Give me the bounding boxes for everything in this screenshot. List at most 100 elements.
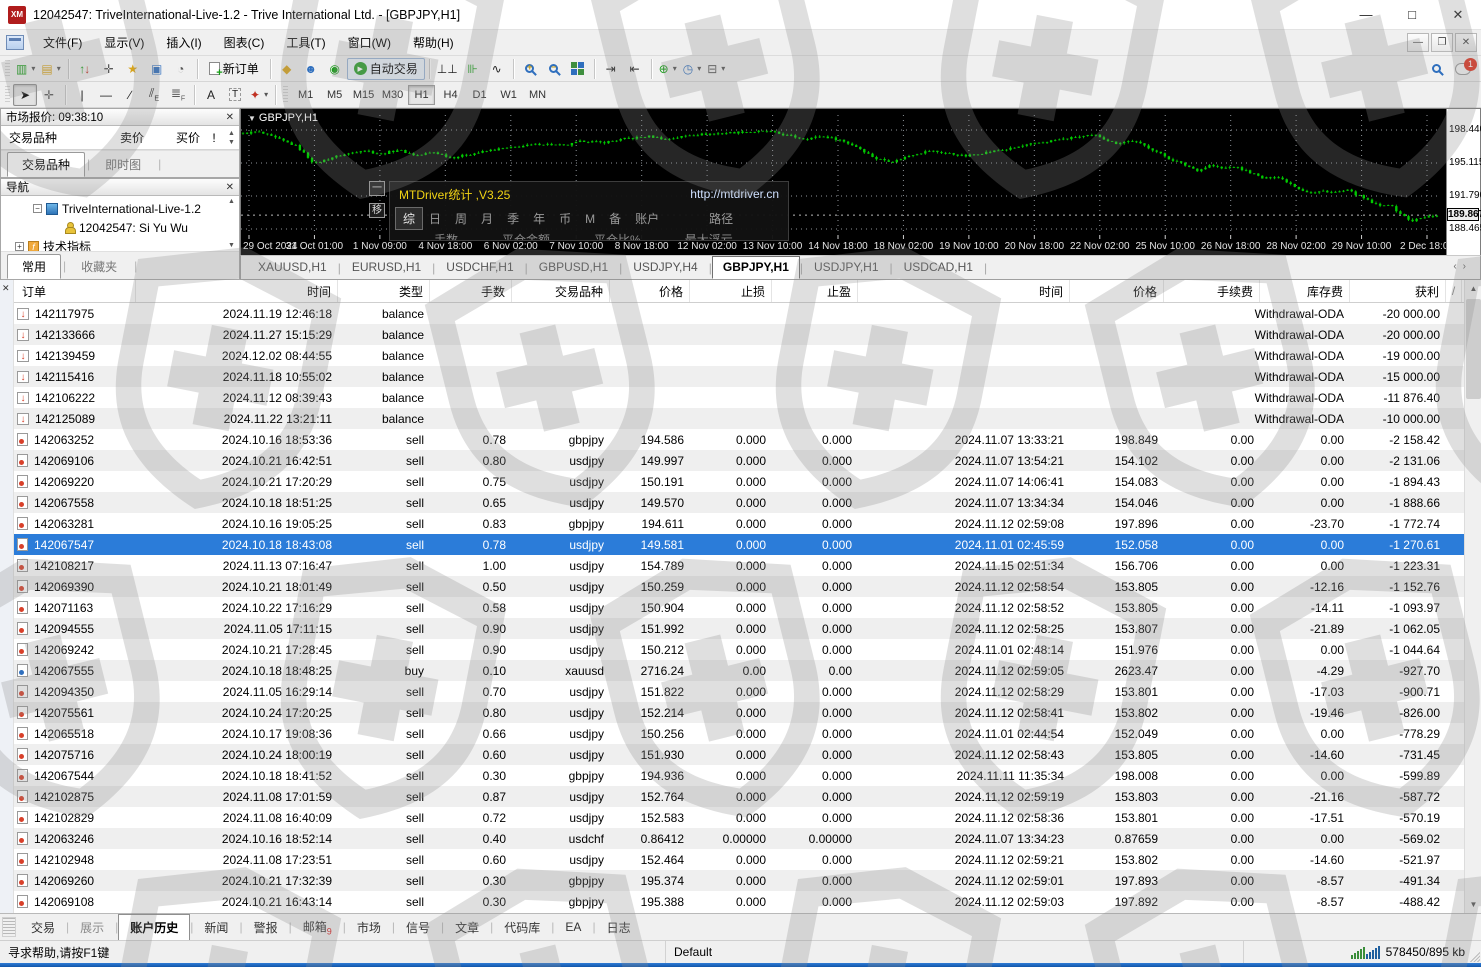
mtdriver-menu-item[interactable]: 年	[526, 208, 552, 229]
terminal-tab-1[interactable]: 交易	[20, 915, 66, 940]
mtdriver-menu-item[interactable]: 账户	[628, 208, 666, 229]
column-header-8[interactable]: 止盈	[772, 280, 858, 302]
market-watch-scrollbar[interactable]: ▲ ▼	[224, 130, 239, 146]
profiles-button[interactable]: ▤ ▾	[38, 58, 63, 80]
timeframe-h4[interactable]: H4	[437, 85, 464, 105]
market-watch-tab[interactable]: 即时图	[90, 152, 156, 177]
table-row[interactable]: 142075716 2024.10.24 18:00:19 sell 0.60 usdj…	[14, 744, 1464, 765]
chevron-down-icon[interactable]: ▼	[248, 114, 256, 123]
tree-expander-icon[interactable]: −	[33, 204, 42, 213]
maximize-button[interactable]: □	[1389, 0, 1435, 30]
column-header-3[interactable]: 类型	[338, 280, 430, 302]
navigator-tree-item[interactable]: − TriveInternational-Live-1.2	[1, 199, 239, 218]
market-watch-column-header[interactable]: 卖价	[92, 129, 148, 146]
navigator-close-icon[interactable]: ✕	[226, 182, 234, 193]
column-header-4[interactable]: 手数	[430, 280, 512, 302]
mtdriver-menu-item[interactable]: 周	[448, 208, 474, 229]
market-watch-tab[interactable]: 交易品种	[7, 152, 86, 177]
text-tool-button[interactable]: A	[199, 84, 223, 106]
price-scale[interactable]: 198.440 195.115 191.790 188.465189.867	[1446, 109, 1481, 255]
scrollbar-thumb[interactable]	[1466, 299, 1481, 399]
mtdriver-url-link[interactable]: http://mtdriver.cn	[690, 187, 779, 201]
table-row[interactable]: 142075561 2024.10.24 17:20:25 sell 0.80 usdj…	[14, 702, 1464, 723]
signals-button[interactable]: ◉	[323, 58, 347, 80]
table-row[interactable]: ↓ 142133666 2024.11.27 15:15:29 balance With…	[14, 324, 1464, 345]
trendline-tool-button[interactable]: ∕	[118, 84, 142, 106]
chart-tab-eurusd[interactable]: EURUSD,H1	[341, 256, 432, 279]
table-row[interactable]: ↓ 142125089 2024.11.22 13:21:11 balance With…	[14, 408, 1464, 429]
timeframe-h1[interactable]: H1	[408, 84, 436, 105]
chart-tab-usdjpy[interactable]: USDJPY,H1	[803, 256, 889, 279]
table-row[interactable]: 142102875 2024.11.08 17:01:59 sell 0.87 usdj…	[14, 786, 1464, 807]
mtdriver-menu-item[interactable]: 月	[474, 208, 500, 229]
chart-tab-usdcad[interactable]: USDCAD,H1	[893, 256, 984, 279]
chart-tab-gbpusd[interactable]: GBPUSD,H1	[528, 256, 619, 279]
bar-chart-mode-button[interactable]: ⊥⊥	[434, 58, 461, 80]
table-row[interactable]: 142063246 2024.10.16 18:52:14 sell 0.40 usdc…	[14, 828, 1464, 849]
navigator-tab[interactable]: 收藏夹	[66, 254, 132, 279]
horizontal-line-tool-button[interactable]: —	[94, 84, 118, 106]
terminal-tab-6[interactable]: 邮箱9	[292, 914, 343, 940]
child-minimize-button[interactable]: —	[1407, 33, 1429, 52]
column-header-6[interactable]: 价格	[610, 280, 690, 302]
scroll-down-icon[interactable]: ▼	[1465, 896, 1481, 913]
table-row[interactable]: 142102948 2024.11.08 17:23:51 sell 0.60 usdj…	[14, 849, 1464, 870]
menu-item-5[interactable]: 工具(T)	[275, 29, 336, 56]
line-chart-mode-button[interactable]: ∿	[485, 58, 509, 80]
table-row[interactable]: 142108217 2024.11.13 07:16:47 sell 1.00 usdj…	[14, 555, 1464, 576]
column-header-2[interactable]: 时间	[136, 280, 338, 302]
child-restore-button[interactable]: ❐	[1431, 33, 1453, 52]
column-header-10[interactable]: 价格	[1070, 280, 1164, 302]
table-row[interactable]: 142094350 2024.11.05 16:29:14 sell 0.70 usdj…	[14, 681, 1464, 702]
terminal-button[interactable]: ▣	[145, 58, 169, 80]
chart-tab-xauusd[interactable]: XAUUSD,H1	[247, 256, 338, 279]
table-row[interactable]: ↓ 142106222 2024.11.12 08:39:43 balance With…	[14, 387, 1464, 408]
crosshair-tool-button[interactable]: ✛	[37, 84, 61, 106]
table-row[interactable]: 142067555 2024.10.18 18:48:25 buy 0.10 xauus…	[14, 660, 1464, 681]
timeframe-m5[interactable]: M5	[321, 85, 348, 105]
status-profile[interactable]: Default	[674, 945, 712, 959]
chart-tab-gbpjpy[interactable]: GBPJPY,H1	[711, 256, 800, 279]
column-header-5[interactable]: 交易品种	[512, 280, 610, 302]
table-row[interactable]: 142102829 2024.11.08 16:40:09 sell 0.72 usdj…	[14, 807, 1464, 828]
column-header-12[interactable]: 库存费	[1260, 280, 1350, 302]
terminal-tab-10[interactable]: 代码库	[493, 915, 551, 940]
terminal-close-icon[interactable]: ✕	[2, 283, 10, 294]
timeframe-d1[interactable]: D1	[466, 85, 493, 105]
indicators-button[interactable]: ⊕ ▾	[656, 58, 680, 80]
timeframe-mn[interactable]: MN	[524, 85, 551, 105]
text-label-tool-button[interactable]: T	[223, 84, 247, 106]
terminal-tab-2[interactable]: 展示	[69, 915, 115, 940]
sort-indicator[interactable]: /	[1446, 280, 1462, 302]
toolbar-grip[interactable]	[5, 85, 10, 104]
market-watch-column-header[interactable]: !	[204, 131, 224, 145]
table-row[interactable]: 142065518 2024.10.17 19:08:36 sell 0.66 usdj…	[14, 723, 1464, 744]
search-icon[interactable]	[1432, 64, 1441, 73]
table-row[interactable]: 142063252 2024.10.16 18:53:36 sell 0.78 gbpj…	[14, 429, 1464, 450]
data-window-button[interactable]: ✛	[97, 58, 121, 80]
auto-scroll-button[interactable]: ⇥	[599, 58, 623, 80]
column-header-13[interactable]: 获利	[1350, 280, 1446, 302]
market-watch-close-icon[interactable]: ✕	[226, 112, 234, 123]
mtdriver-menu-item[interactable]: M	[578, 210, 602, 228]
vertical-line-tool-button[interactable]: |	[70, 84, 94, 106]
templates-button[interactable]: ⊟ ▾	[704, 58, 728, 80]
menu-item-7[interactable]: 帮助(H)	[402, 29, 465, 56]
terminal-tab-9[interactable]: 文章	[444, 915, 490, 940]
table-row[interactable]: 142069108 2024.10.21 16:43:14 sell 0.30 gbpj…	[14, 891, 1464, 912]
price-chart[interactable]: ▼ GBPJPY,H1 29 Oct 2024 31 Oct 01:00 1 Nov …	[240, 108, 1481, 255]
column-header-11[interactable]: 手续费	[1164, 280, 1260, 302]
table-row[interactable]: 142067558 2024.10.18 18:51:25 sell 0.65 usdj…	[14, 492, 1464, 513]
channel-tool-button[interactable]: ⫽E	[142, 84, 166, 106]
child-close-button[interactable]: ✕	[1455, 33, 1477, 52]
notifications-icon[interactable]: 1	[1455, 57, 1477, 75]
mtdriver-collapse-button[interactable]: 一	[369, 181, 385, 196]
terminal-tab-5[interactable]: 警报	[243, 915, 289, 940]
panel-grip-icon[interactable]	[2, 917, 16, 937]
table-row[interactable]: ↓ 142139459 2024.12.02 08:44:55 balance With…	[14, 345, 1464, 366]
autotrading-button[interactable]: ▶ 自动交易	[346, 57, 425, 80]
scroll-up-icon[interactable]: ▲	[1465, 280, 1481, 297]
column-header-1[interactable]: 订单	[14, 280, 136, 302]
column-header-9[interactable]: 时间	[858, 280, 1070, 302]
strategy-tester-button[interactable]: ◔	[169, 58, 193, 80]
